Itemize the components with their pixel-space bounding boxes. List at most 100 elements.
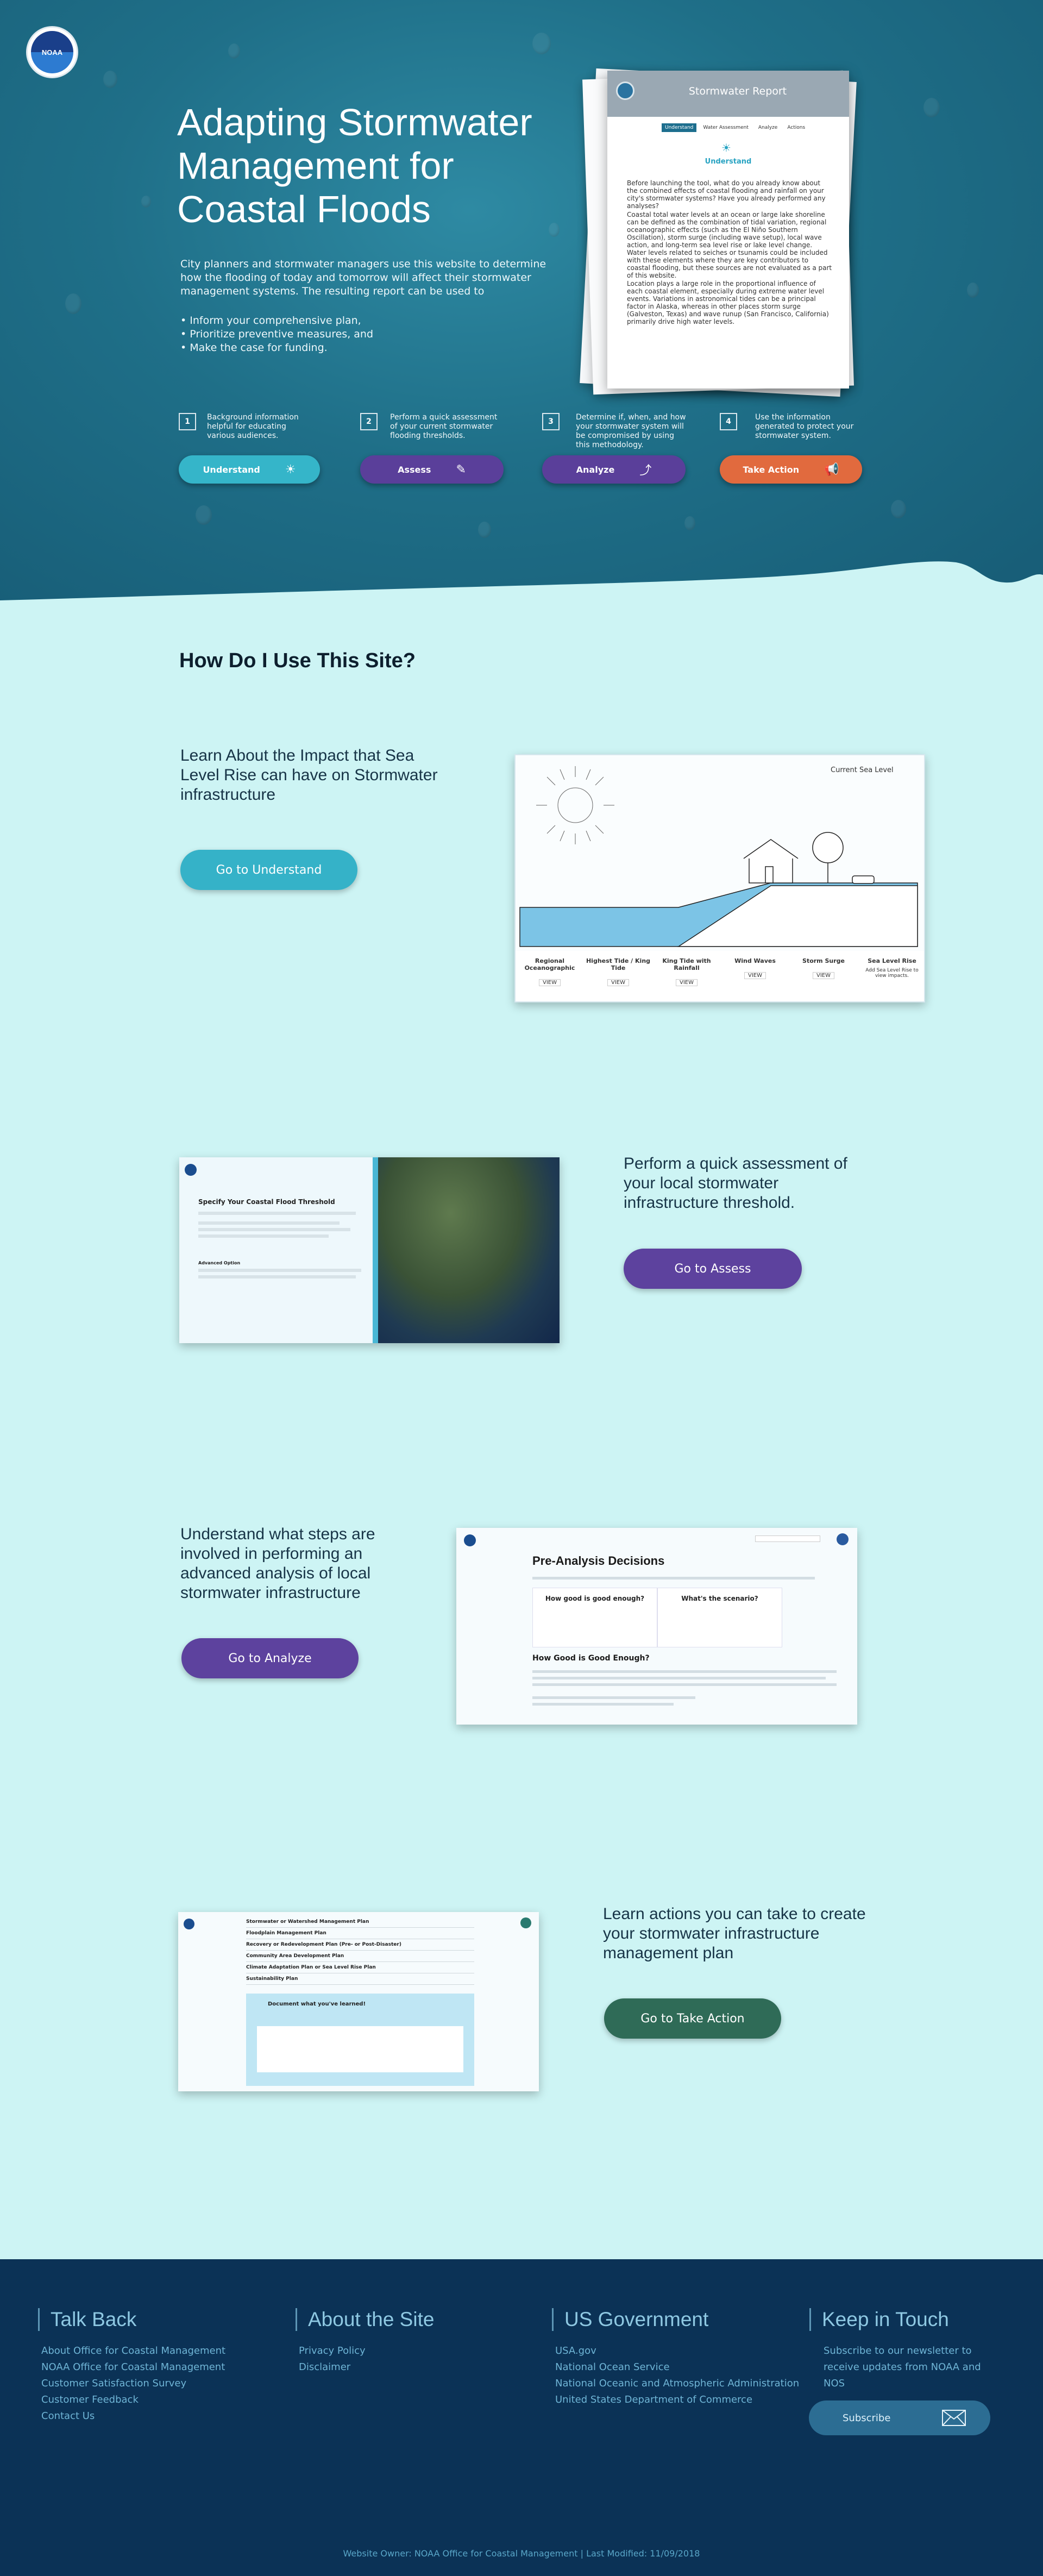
sun-icon: ☀	[721, 141, 731, 154]
raindrop	[196, 505, 212, 525]
footer-heading: About the Site	[296, 2308, 434, 2331]
decision-card: What's the scenario?	[657, 1588, 782, 1647]
panel-divider	[373, 1157, 378, 1343]
footer-link[interactable]: Disclaimer	[299, 2359, 434, 2376]
step-description: Perform a quick assessment of your curre…	[390, 413, 498, 440]
report-tab-actions: Actions	[787, 125, 806, 130]
plan-row[interactable]: Recovery or Redevelopment Plan (Pre- or …	[246, 1939, 474, 1951]
scenario-column: King Tide with Rainfall VIEW	[652, 957, 721, 986]
text-line	[532, 1696, 695, 1699]
scenario-title: Wind Waves	[734, 957, 776, 964]
footer-links: About Office for Coastal Management NOAA…	[38, 2343, 225, 2424]
raindrop	[684, 516, 695, 530]
report-logo-icon	[616, 82, 634, 100]
understand-screenshot: Current Sea Level Regional Oceanographic…	[514, 754, 925, 1002]
plan-row[interactable]: Stormwater or Watershed Management Plan	[246, 1916, 474, 1928]
raindrop	[478, 522, 491, 538]
raindrop	[891, 500, 906, 518]
step-number: 3	[542, 413, 560, 430]
take-action-button-label: Take Action	[743, 464, 800, 475]
assess-button[interactable]: Assess ✎	[360, 455, 504, 484]
footer-link[interactable]: About Office for Coastal Management	[41, 2343, 225, 2359]
text-line	[198, 1212, 356, 1215]
footer-link[interactable]: Privacy Policy	[299, 2343, 434, 2359]
report-paragraph: Before launching the tool, what do you a…	[627, 179, 826, 210]
footer-link[interactable]: Contact Us	[41, 2408, 225, 2424]
report-paragraph: Location plays a large role in the propo…	[627, 280, 829, 325]
card-title: How good is good enough?	[545, 1595, 645, 1602]
view-button[interactable]: VIEW	[539, 979, 561, 986]
scenario-title: Sea Level Rise	[868, 957, 916, 964]
scenario-column: Regional Oceanographic VIEW	[516, 957, 584, 986]
go-to-analyze-button[interactable]: Go to Analyze	[181, 1638, 359, 1678]
plan-row[interactable]: Climate Adaptation Plan or Sea Level Ris…	[246, 1962, 474, 1973]
analyze-button-label: Analyze	[576, 464, 615, 475]
text-line	[198, 1234, 329, 1238]
footer-link[interactable]: National Oceanic and Atmospheric Adminis…	[555, 2376, 799, 2392]
text-line	[532, 1670, 837, 1673]
hero-intro: City planners and stormwater managers us…	[180, 258, 546, 297]
section-heading: How Do I Use This Site?	[179, 649, 416, 672]
footer-link[interactable]: Customer Satisfaction Survey	[41, 2376, 225, 2392]
satellite-map[interactable]	[378, 1157, 560, 1343]
subscribe-label: Subscribe	[843, 2412, 891, 2424]
step-description: Background information helpful for educa…	[207, 413, 299, 440]
newsletter-text: Subscribe to our newsletter to receive u…	[824, 2345, 981, 2389]
scenario-column: Storm Surge VIEW	[789, 957, 858, 986]
view-button[interactable]: VIEW	[607, 979, 629, 986]
graph-icon: ⤴	[639, 464, 652, 478]
plan-row[interactable]: Floodplain Management Plan	[246, 1928, 474, 1939]
footer-link[interactable]: Customer Feedback	[41, 2392, 225, 2408]
take-action-button[interactable]: Take Action 📢	[720, 455, 862, 484]
subheading: How Good is Good Enough?	[532, 1654, 650, 1663]
advanced-option-label: Advanced Option	[198, 1261, 241, 1265]
plan-row[interactable]: Community Area Development Plan	[246, 1951, 474, 1962]
decision-card: How good is good enough?	[532, 1588, 657, 1647]
scenario-column: Highest Tide / King Tide VIEW	[584, 957, 652, 986]
noaa-logo-icon	[184, 1919, 194, 1929]
footer-link[interactable]: NOAA Office for Coastal Management	[41, 2359, 225, 2376]
step-number: 2	[360, 413, 378, 430]
hero-section: NOAA Adapting Stormwater Management for …	[0, 0, 1043, 600]
subscribe-button[interactable]: Subscribe	[809, 2400, 990, 2435]
report-header: Stormwater Report	[607, 71, 849, 117]
noaa-logo-text: NOAA	[31, 31, 73, 73]
envelope-icon	[942, 2410, 966, 2426]
sea-level-rise-note: Add Sea Level Rise to view impacts.	[865, 968, 919, 979]
view-button[interactable]: VIEW	[813, 972, 834, 979]
text-line	[198, 1275, 356, 1278]
page-title: Adapting Stormwater Management for Coast…	[177, 101, 532, 230]
raindrop	[923, 98, 940, 117]
noaa-logo[interactable]: NOAA	[26, 26, 78, 78]
step-number: 1	[179, 413, 196, 430]
hero-bullet: Prioritize preventive measures, and	[180, 328, 506, 341]
text-line	[198, 1228, 350, 1231]
user-icon	[837, 1533, 849, 1545]
view-button[interactable]: VIEW	[744, 972, 766, 979]
report-tab-understand: Understand	[662, 123, 697, 132]
document-box: Document what you've learned!	[246, 1994, 474, 2086]
text-line	[532, 1677, 826, 1679]
footer-column-talk-back: Talk Back About Office for Coastal Manag…	[38, 2308, 225, 2424]
report-subtitle: Understand	[705, 158, 752, 166]
plan-row[interactable]: Sustainability Plan	[246, 1973, 474, 1985]
footer-link[interactable]: USA.gov	[555, 2343, 799, 2359]
go-to-take-action-button[interactable]: Go to Take Action	[604, 1998, 781, 2039]
understand-button[interactable]: Understand ☀	[179, 455, 320, 484]
footer-links: Privacy Policy Disclaimer	[296, 2343, 434, 2376]
go-to-understand-button[interactable]: Go to Understand	[180, 850, 357, 890]
analyze-button[interactable]: Analyze ⤴	[542, 455, 686, 484]
step-description: Determine if, when, and how your stormwa…	[576, 413, 686, 449]
scenario-title: Storm Surge	[802, 957, 845, 964]
current-sea-level-label: Current Sea Level	[831, 766, 894, 774]
footer-links: USA.gov National Ocean Service National …	[552, 2343, 799, 2408]
copyright: Website Owner: NOAA Office for Coastal M…	[343, 2548, 700, 2559]
take-action-screenshot: Stormwater or Watershed Management Plan …	[178, 1912, 539, 2091]
view-button[interactable]: VIEW	[676, 979, 698, 986]
footer-link[interactable]: National Ocean Service	[555, 2359, 799, 2376]
footer-link[interactable]: United States Department of Commerce	[555, 2392, 799, 2408]
footer-column-keep-in-touch: Keep in Touch Subscribe to our newslette…	[809, 2308, 992, 2392]
assess-button-label: Assess	[398, 464, 431, 475]
feature-assess-text: Perform a quick assessment of your local…	[624, 1155, 847, 1212]
go-to-assess-button[interactable]: Go to Assess	[624, 1249, 802, 1289]
